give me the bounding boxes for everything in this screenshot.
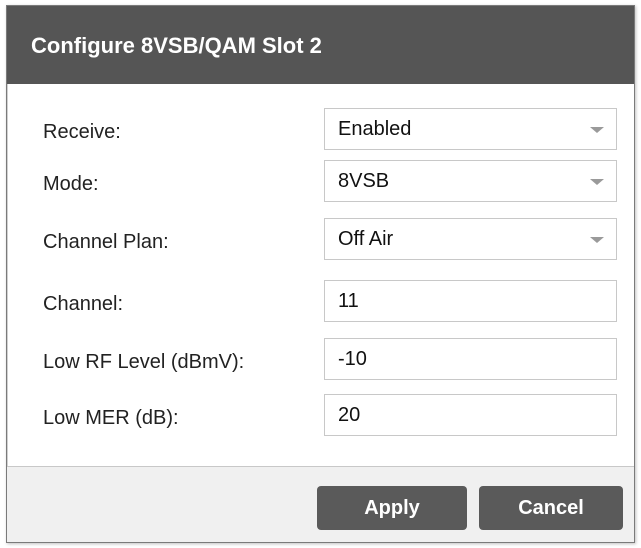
mode-row: Mode: 8VSB: [8, 160, 635, 208]
channel-label: Channel:: [43, 293, 124, 315]
low-rf-level-row: Low RF Level (dBmV): -10: [8, 338, 635, 386]
low-rf-level-input[interactable]: -10: [324, 338, 617, 380]
low-mer-row: Low MER (dB): 20: [8, 394, 635, 442]
channel-plan-label: Channel Plan:: [43, 231, 169, 253]
low-mer-label: Low MER (dB):: [43, 407, 179, 429]
low-rf-level-label: Low RF Level (dBmV):: [43, 351, 245, 373]
dialog-title: Configure 8VSB/QAM Slot 2: [31, 33, 322, 58]
receive-select-value: Enabled: [338, 118, 412, 140]
chevron-down-icon: [590, 179, 604, 185]
mode-select[interactable]: 8VSB: [324, 160, 617, 202]
mode-label: Mode:: [43, 173, 99, 195]
chevron-down-icon: [590, 237, 604, 243]
mode-select-value: 8VSB: [338, 170, 390, 192]
channel-row: Channel: 11: [8, 280, 635, 328]
receive-select[interactable]: Enabled: [324, 108, 617, 150]
cancel-button[interactable]: Cancel: [479, 486, 623, 530]
dialog-body: Receive: Enabled Mode: 8VSB Channel Plan…: [7, 84, 634, 466]
chevron-down-icon: [590, 127, 604, 133]
dialog-title-bar: Configure 8VSB/QAM Slot 2: [7, 6, 634, 84]
low-mer-input[interactable]: 20: [324, 394, 617, 436]
receive-label: Receive:: [43, 121, 121, 143]
configure-slot-dialog: Configure 8VSB/QAM Slot 2 Receive: Enabl…: [6, 5, 635, 543]
channel-plan-select[interactable]: Off Air: [324, 218, 617, 260]
receive-row: Receive: Enabled: [8, 108, 635, 156]
low-mer-input-value: 20: [338, 404, 361, 426]
apply-button[interactable]: Apply: [317, 486, 467, 530]
low-rf-level-input-value: -10: [338, 348, 367, 370]
channel-plan-row: Channel Plan: Off Air: [8, 218, 635, 266]
channel-input[interactable]: 11: [324, 280, 617, 322]
dialog-footer: Apply Cancel: [7, 466, 634, 542]
channel-plan-select-value: Off Air: [338, 228, 394, 250]
channel-input-value: 11: [338, 290, 359, 312]
